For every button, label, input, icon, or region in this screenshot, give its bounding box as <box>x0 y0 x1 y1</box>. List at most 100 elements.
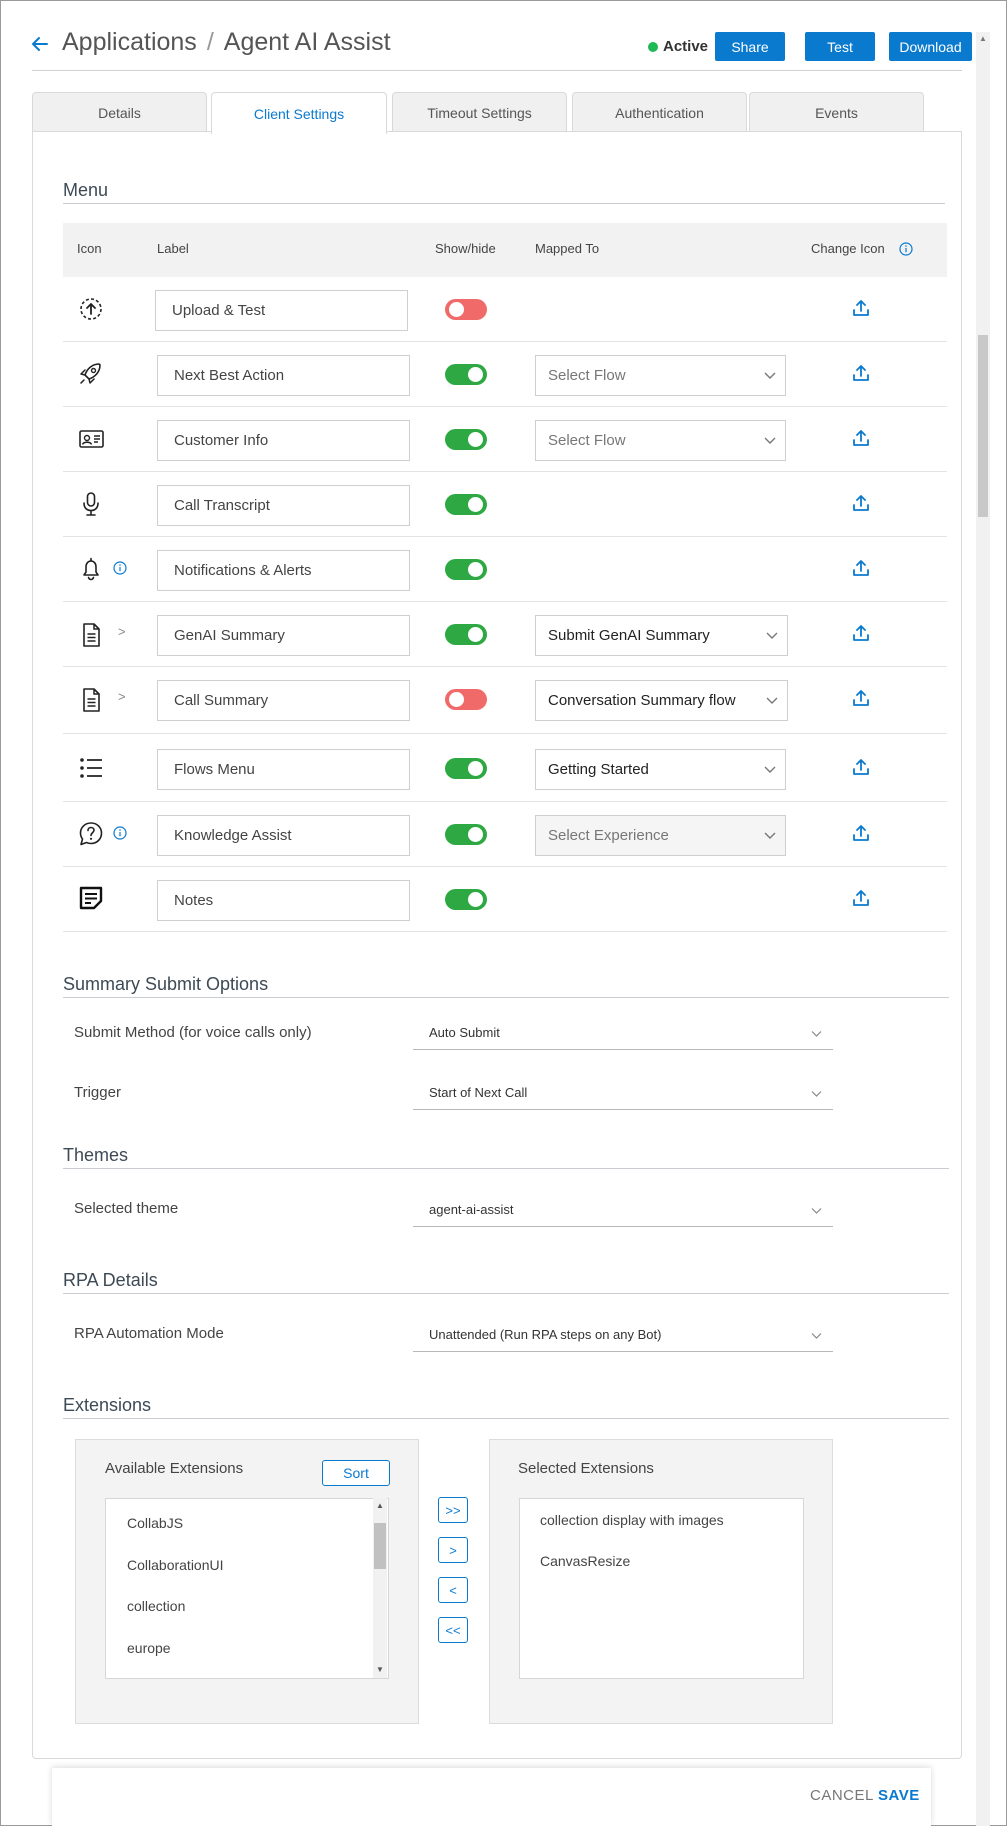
tab-client-settings[interactable]: Client Settings <box>211 92 387 134</box>
rpa-section-title: RPA Details <box>63 1270 158 1290</box>
breadcrumb-root[interactable]: Applications <box>62 28 197 56</box>
document-icon <box>83 688 100 712</box>
show-hide-toggle[interactable] <box>445 689 487 710</box>
menu-label-input[interactable]: Notifications & Alerts <box>157 550 410 591</box>
tab-details[interactable]: Details <box>32 92 207 132</box>
chevron-down-icon <box>764 437 776 444</box>
save-button[interactable]: SAVE <box>878 1787 920 1804</box>
available-list-scrollbar-thumb[interactable] <box>374 1523 386 1569</box>
info-icon[interactable] <box>113 826 127 840</box>
list-item[interactable]: europe <box>127 1640 171 1656</box>
menu-label-input[interactable]: Call Summary <box>157 680 410 721</box>
move-all-left-button[interactable]: << <box>438 1617 468 1643</box>
list-item[interactable]: CanvasResize <box>540 1553 630 1569</box>
menu-label-input[interactable]: GenAI Summary <box>157 615 410 656</box>
show-hide-toggle[interactable] <box>445 299 487 320</box>
mapped-to-value: Select Flow <box>548 367 626 384</box>
tab-events[interactable]: Events <box>749 92 924 132</box>
info-icon[interactable] <box>113 561 127 575</box>
chevron-down-icon <box>811 1031 822 1037</box>
upload-icon[interactable] <box>852 624 870 642</box>
mapped-to-select[interactable]: Getting Started <box>535 749 786 790</box>
mapped-to-select[interactable]: Conversation Summary flow <box>535 680 788 721</box>
menu-label-input[interactable]: Customer Info <box>157 420 410 461</box>
upload-icon[interactable] <box>852 429 870 447</box>
upload-icon[interactable] <box>852 494 870 512</box>
show-hide-toggle[interactable] <box>445 824 487 845</box>
mapped-to-value: Submit GenAI Summary <box>548 627 710 644</box>
trigger-label: Trigger <box>74 1084 121 1101</box>
expand-chevron-icon[interactable]: > <box>118 624 126 639</box>
scroll-up-arrow-icon[interactable]: ▲ <box>373 1500 387 1512</box>
scroll-down-arrow-icon[interactable]: ▼ <box>373 1664 387 1676</box>
mapped-to-select[interactable]: Select Experience <box>535 815 786 856</box>
chevron-down-icon <box>766 632 778 639</box>
page-scrollbar-thumb[interactable] <box>978 335 988 517</box>
mapped-to-select[interactable]: Select Flow <box>535 420 786 461</box>
move-right-button[interactable]: > <box>438 1537 468 1563</box>
upload-icon[interactable] <box>852 689 870 707</box>
menu-label-input[interactable]: Notes <box>157 880 410 921</box>
move-left-button[interactable]: < <box>438 1577 468 1603</box>
menu-label-input[interactable]: Knowledge Assist <box>157 815 410 856</box>
chevron-down-icon <box>764 372 776 379</box>
menu-row: Notes <box>63 867 947 932</box>
show-hide-toggle[interactable] <box>445 364 487 385</box>
upload-icon[interactable] <box>852 364 870 382</box>
breadcrumb: Applications / Agent AI Assist <box>62 28 391 57</box>
upload-icon[interactable] <box>852 299 870 317</box>
back-arrow-icon[interactable] <box>30 34 50 54</box>
list-item[interactable]: CollabJS <box>127 1515 183 1531</box>
mapped-to-select[interactable]: Submit GenAI Summary <box>535 615 788 656</box>
trigger-select[interactable]: Start of Next Call <box>413 1076 833 1110</box>
scroll-up-arrow-icon[interactable]: ▲ <box>978 34 988 44</box>
mapped-to-select[interactable]: Select Flow <box>535 355 786 396</box>
test-button[interactable]: Test <box>805 32 875 61</box>
show-hide-toggle[interactable] <box>445 429 487 450</box>
document-icon <box>83 623 100 647</box>
upload-icon[interactable] <box>852 559 870 577</box>
rpa-divider <box>63 1293 949 1294</box>
selected-theme-select[interactable]: agent-ai-assist <box>413 1193 833 1227</box>
list-item[interactable]: CollaborationUI <box>127 1557 224 1573</box>
mapped-to-value: Select Flow <box>548 432 626 449</box>
menu-label-input[interactable]: Next Best Action <box>157 355 410 396</box>
menu-row: Flows Menu Getting Started <box>63 734 947 802</box>
menu-label-input[interactable]: Upload & Test <box>155 290 408 331</box>
show-hide-toggle[interactable] <box>445 758 487 779</box>
tab-authentication[interactable]: Authentication <box>572 92 747 132</box>
upload-icon[interactable] <box>852 889 870 907</box>
status-badge: Active <box>648 38 708 55</box>
show-hide-toggle[interactable] <box>445 559 487 580</box>
menu-row: Next Best Action Select Flow <box>63 342 947 407</box>
expand-chevron-icon[interactable]: > <box>118 689 126 704</box>
trigger-value: Start of Next Call <box>429 1085 528 1100</box>
sort-button[interactable]: Sort <box>322 1460 390 1486</box>
download-button[interactable]: Download <box>889 32 972 61</box>
menu-row: Call Transcript <box>63 472 947 537</box>
chevron-down-icon <box>764 832 776 839</box>
info-icon[interactable] <box>899 242 913 256</box>
menu-label-input[interactable]: Flows Menu <box>157 749 410 790</box>
rpa-mode-select[interactable]: Unattended (Run RPA steps on any Bot) <box>413 1318 833 1352</box>
show-hide-toggle[interactable] <box>445 624 487 645</box>
list-item[interactable]: collection display with images <box>540 1512 724 1528</box>
cancel-button[interactable]: CANCEL <box>810 1787 874 1804</box>
tab-timeout-settings[interactable]: Timeout Settings <box>392 92 567 132</box>
menu-row: > Call Summary Conversation Summary flow <box>63 667 947 734</box>
upload-icon[interactable] <box>852 824 870 842</box>
page-title: Agent AI Assist <box>223 28 391 56</box>
submit-method-select[interactable]: Auto Submit <box>413 1016 833 1050</box>
share-button[interactable]: Share <box>715 32 785 61</box>
chevron-down-icon <box>764 766 776 773</box>
menu-label-input[interactable]: Call Transcript <box>157 485 410 526</box>
extensions-section-title: Extensions <box>63 1395 152 1415</box>
move-all-right-button[interactable]: >> <box>438 1497 468 1523</box>
column-header-icon: Icon <box>77 241 102 256</box>
list-item[interactable]: collection <box>127 1598 185 1614</box>
show-hide-toggle[interactable] <box>445 889 487 910</box>
page-scrollbar[interactable] <box>976 32 990 1826</box>
upload-icon[interactable] <box>852 758 870 776</box>
menu-row: Knowledge Assist Select Experience <box>63 802 947 867</box>
show-hide-toggle[interactable] <box>445 494 487 515</box>
